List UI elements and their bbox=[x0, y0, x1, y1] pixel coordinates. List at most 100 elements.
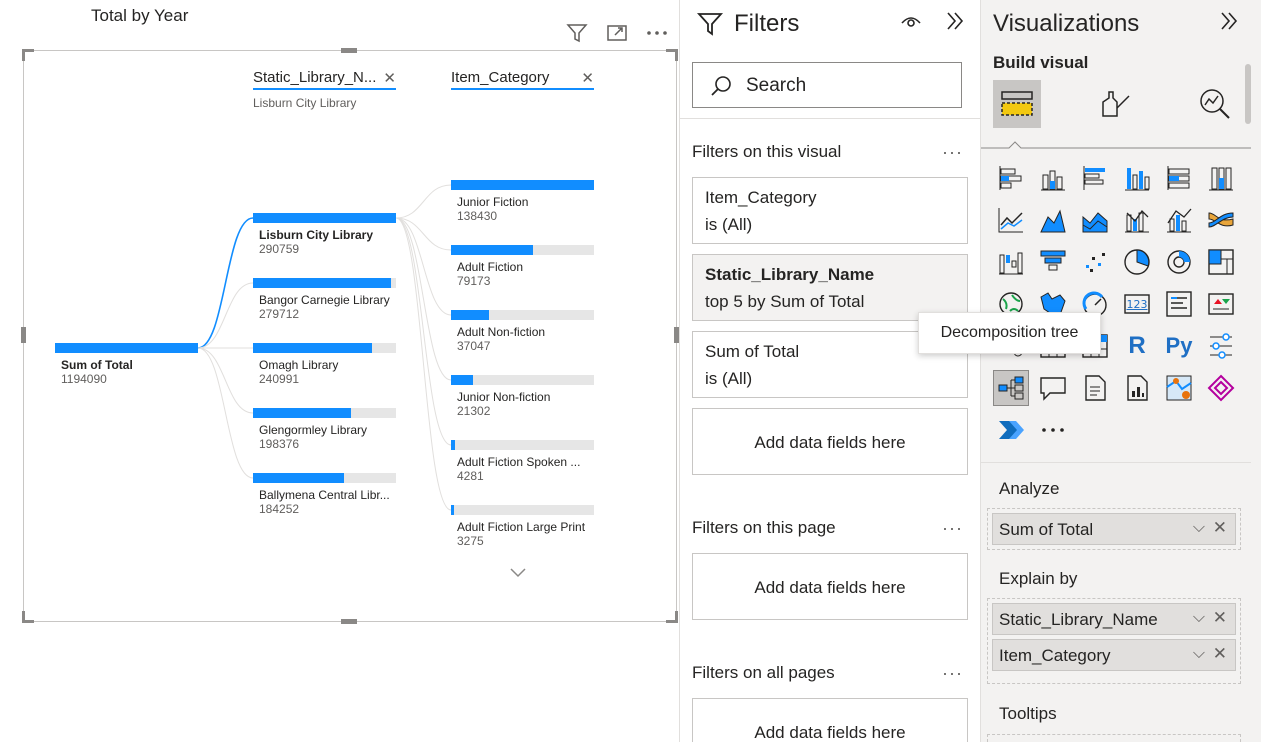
tree-node-cat-3[interactable]: Junior Non-fiction 21302 bbox=[451, 375, 594, 418]
ribbon-chart-icon[interactable] bbox=[1203, 202, 1239, 238]
tab-build-visual[interactable] bbox=[993, 80, 1041, 128]
node-value: 37047 bbox=[457, 339, 491, 353]
clustered-bar-icon[interactable] bbox=[1077, 160, 1113, 196]
chevron-down-icon[interactable]: ⌵ bbox=[1193, 609, 1205, 627]
resize-handle-top-left[interactable] bbox=[22, 49, 34, 61]
tooltips-well[interactable] bbox=[987, 734, 1241, 742]
multi-row-card-icon[interactable] bbox=[1161, 286, 1197, 322]
close-icon[interactable]: ✕ bbox=[1213, 518, 1227, 538]
decomposition-tree-icon[interactable] bbox=[993, 370, 1029, 406]
tree-node-lib-4[interactable]: Ballymena Central Libr... 184252 bbox=[253, 473, 396, 516]
stacked-bar-icon[interactable] bbox=[993, 160, 1029, 196]
filter-card-static-library-name[interactable]: Static_Library_Name top 5 by Sum of Tota… bbox=[692, 254, 968, 321]
tree-node-root[interactable]: Sum of Total 1194090 bbox=[55, 343, 198, 386]
tree-node-cat-0[interactable]: Junior Fiction 138430 bbox=[451, 180, 594, 223]
more-options-icon[interactable]: ··· bbox=[942, 142, 963, 163]
field-pill-item-category[interactable]: Item_Category ⌵ ✕ bbox=[992, 639, 1236, 671]
resize-handle-bottom[interactable] bbox=[341, 619, 357, 624]
resize-handle-top-right[interactable] bbox=[666, 49, 678, 61]
power-apps-icon[interactable] bbox=[1203, 370, 1239, 406]
filters-on-all-pages-label: Filters on all pages bbox=[692, 663, 835, 682]
narrative-icon[interactable] bbox=[1077, 370, 1113, 406]
tree-node-lib-0[interactable]: Lisburn City Library 290759 bbox=[253, 213, 396, 256]
paginated-report-icon[interactable] bbox=[1119, 370, 1155, 406]
visualizations-pane: Visualizations Build visual 123 R Py Analy… bbox=[980, 0, 1261, 742]
add-data-fields-label: Add data fields here bbox=[754, 433, 906, 452]
waterfall-icon[interactable] bbox=[993, 244, 1029, 280]
r-visual-icon[interactable]: R bbox=[1119, 328, 1155, 364]
line-chart-icon[interactable] bbox=[993, 202, 1029, 238]
close-icon[interactable]: ✕ bbox=[1213, 608, 1227, 628]
field-pill-static-library-name[interactable]: Static_Library_Name ⌵ ✕ bbox=[992, 603, 1236, 635]
close-icon[interactable]: ✕ bbox=[1213, 644, 1227, 664]
card-icon[interactable]: 123 bbox=[1119, 286, 1155, 322]
line-clustered-icon[interactable] bbox=[1161, 202, 1197, 238]
scatter-icon[interactable] bbox=[1077, 244, 1113, 280]
node-value: 198376 bbox=[259, 437, 300, 451]
area-chart-icon[interactable] bbox=[1035, 202, 1071, 238]
more-visuals-icon[interactable] bbox=[1035, 412, 1071, 448]
stacked-column-icon[interactable] bbox=[1035, 160, 1071, 196]
level-header-category[interactable]: Item_Category ✕ bbox=[451, 69, 594, 90]
level-subtitle: Lisburn City Library bbox=[253, 96, 357, 110]
chevron-down-icon[interactable]: ⌵ bbox=[1193, 645, 1205, 663]
add-data-fields-all-pages[interactable]: Add data fields here bbox=[692, 698, 968, 742]
collapse-pane-icon[interactable] bbox=[943, 10, 967, 32]
more-options-icon[interactable] bbox=[644, 20, 670, 46]
python-visual-icon[interactable]: Py bbox=[1161, 328, 1197, 364]
tree-node-cat-1[interactable]: Adult Fiction 79173 bbox=[451, 245, 594, 288]
more-options-icon[interactable]: ··· bbox=[942, 518, 963, 539]
node-bar-fill bbox=[451, 310, 490, 320]
stacked-area-icon[interactable] bbox=[1077, 202, 1113, 238]
key-influencers-icon[interactable] bbox=[1203, 328, 1239, 364]
tree-node-lib-2[interactable]: Omagh Library 240991 bbox=[253, 343, 396, 386]
tree-node-cat-2[interactable]: Adult Non-fiction 37047 bbox=[451, 310, 594, 353]
node-value: 184252 bbox=[259, 502, 300, 516]
collapse-pane-icon[interactable] bbox=[1217, 10, 1241, 32]
100-column-icon[interactable] bbox=[1203, 160, 1239, 196]
explain-by-well[interactable]: Static_Library_Name ⌵ ✕ Item_Category ⌵ … bbox=[987, 598, 1241, 684]
treemap-icon[interactable] bbox=[1203, 244, 1239, 280]
more-options-icon[interactable]: ··· bbox=[942, 663, 963, 684]
chevron-down-icon[interactable] bbox=[508, 565, 528, 581]
close-icon[interactable]: ✕ bbox=[581, 69, 594, 87]
add-data-fields-page[interactable]: Add data fields here bbox=[692, 553, 968, 620]
analyze-well[interactable]: Sum of Total ⌵ ✕ bbox=[987, 508, 1241, 550]
qa-icon[interactable] bbox=[1035, 370, 1071, 406]
filter-card-item-category[interactable]: Item_Category is (All) bbox=[692, 177, 968, 244]
add-data-fields-visual[interactable]: Add data fields here bbox=[692, 408, 968, 475]
tab-format-visual[interactable] bbox=[1091, 80, 1139, 128]
scrollbar[interactable] bbox=[1245, 64, 1251, 124]
filter-icon[interactable] bbox=[564, 20, 590, 46]
resize-handle-bottom-left[interactable] bbox=[22, 611, 34, 623]
resize-handle-top[interactable] bbox=[341, 48, 357, 53]
chevron-down-icon[interactable]: ⌵ bbox=[1193, 519, 1205, 537]
arcgis-map-icon[interactable] bbox=[1161, 370, 1197, 406]
node-label: Ballymena Central Libr... bbox=[259, 488, 390, 502]
resize-handle-bottom-right[interactable] bbox=[666, 611, 678, 623]
pie-icon[interactable] bbox=[1119, 244, 1155, 280]
resize-handle-left[interactable] bbox=[21, 327, 26, 343]
power-automate-icon[interactable] bbox=[993, 412, 1029, 448]
eye-icon[interactable] bbox=[899, 10, 923, 32]
focus-mode-icon[interactable] bbox=[604, 20, 630, 46]
node-bar-fill bbox=[253, 408, 351, 418]
field-pill-sum-of-total[interactable]: Sum of Total ⌵ ✕ bbox=[992, 513, 1236, 545]
fields-icon bbox=[1001, 91, 1033, 116]
line-column-icon[interactable] bbox=[1119, 202, 1155, 238]
tree-node-lib-3[interactable]: Glengormley Library 198376 bbox=[253, 408, 396, 451]
kpi-icon[interactable] bbox=[1203, 286, 1239, 322]
level-header-library[interactable]: Static_Library_N... ✕ bbox=[253, 69, 396, 90]
tree-node-cat-5[interactable]: Adult Fiction Large Print 3275 bbox=[451, 505, 594, 548]
100-bar-icon[interactable] bbox=[1161, 160, 1197, 196]
tab-analytics[interactable] bbox=[1191, 80, 1239, 128]
add-data-fields-label: Add data fields here bbox=[754, 578, 906, 597]
node-bar-track bbox=[451, 310, 594, 320]
filter-search-input[interactable]: Search bbox=[692, 62, 962, 108]
clustered-column-icon[interactable] bbox=[1119, 160, 1155, 196]
donut-icon[interactable] bbox=[1161, 244, 1197, 280]
funnel-icon[interactable] bbox=[1035, 244, 1071, 280]
tree-node-lib-1[interactable]: Bangor Carnegie Library 279712 bbox=[253, 278, 396, 321]
tree-node-cat-4[interactable]: Adult Fiction Spoken ... 4281 bbox=[451, 440, 594, 483]
close-icon[interactable]: ✕ bbox=[383, 69, 396, 87]
